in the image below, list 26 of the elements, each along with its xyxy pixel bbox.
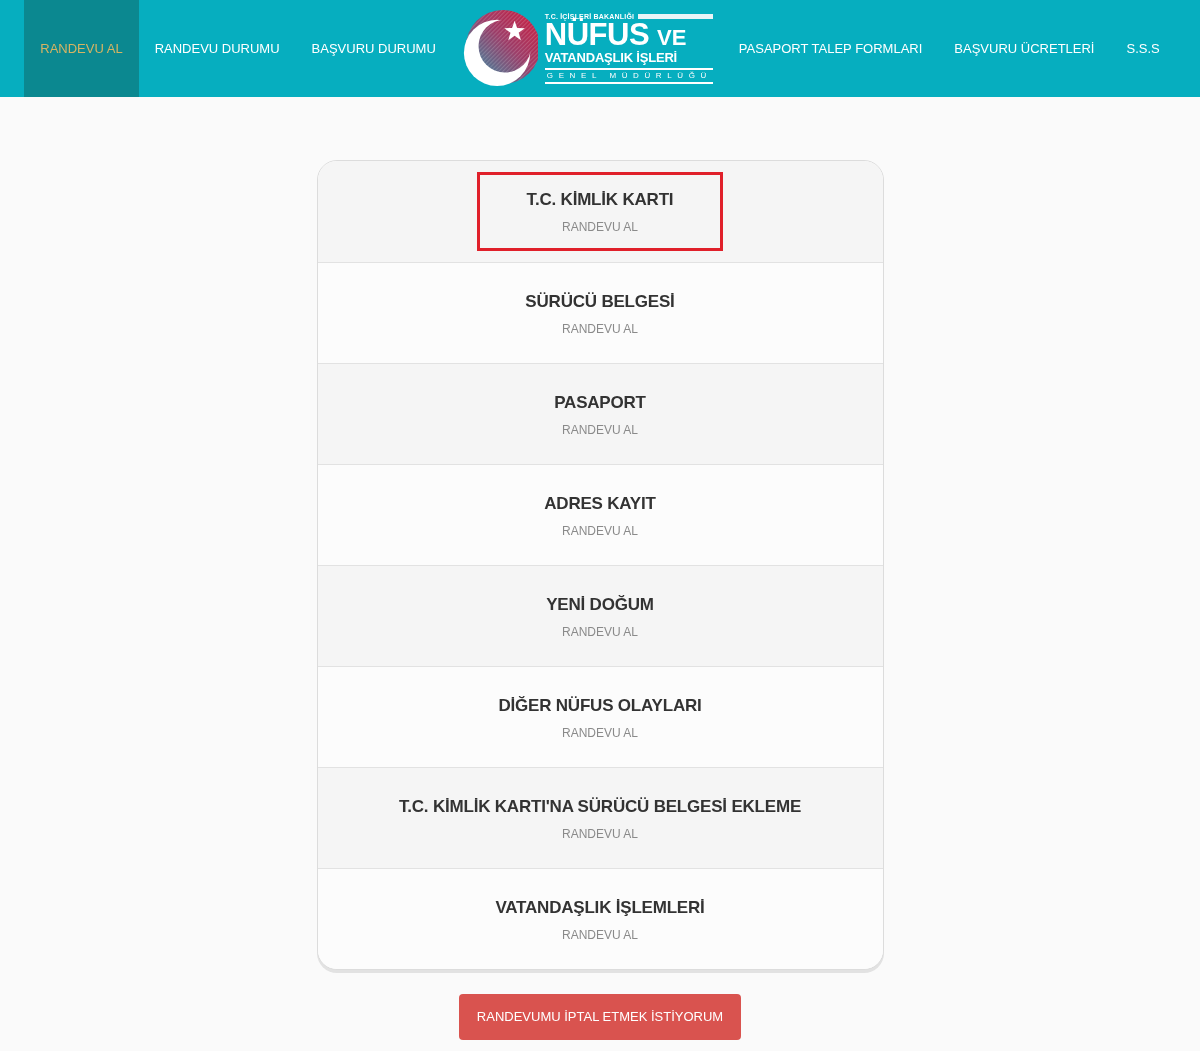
service-list-item[interactable]: VATANDAŞLIK İŞLEMLERİ RANDEVU AL xyxy=(317,868,883,969)
service-title: SÜRÜCÜ BELGESİ xyxy=(525,290,675,313)
service-title: PASAPORT xyxy=(554,391,646,414)
logo-title: NÜFUS xyxy=(544,19,650,50)
service-action-text: RANDEVU AL xyxy=(562,623,638,640)
service-list-item[interactable]: T.C. KİMLİK KARTI'NA SÜRÜCÜ BELGESİ EKLEME RANDEVU AL xyxy=(317,767,883,868)
service-action-text: RANDEVU AL xyxy=(562,926,638,943)
service-action-text: RANDEVU AL xyxy=(562,421,638,438)
service-title: YENİ DOĞUM xyxy=(546,593,654,616)
service-title: DİĞER NÜFUS OLAYLARI xyxy=(498,694,702,717)
service-list-item[interactable]: T.C. KİMLİK KARTI RANDEVU AL xyxy=(317,161,883,262)
service-title: VATANDAŞLIK İŞLEMLERİ xyxy=(495,896,705,919)
service-title: T.C. KİMLİK KARTI'NA SÜRÜCÜ BELGESİ EKLEME xyxy=(398,795,802,818)
logo-subtitle: VATANDAŞLIK İŞLERİ xyxy=(544,50,677,66)
logo-footer-text: GENEL MÜDÜRLÜĞÜ xyxy=(544,68,713,85)
cancel-appointment-button[interactable]: RANDEVUMU İPTAL ETMEK İSTİYORUM xyxy=(458,994,742,1040)
logo-title-suffix: VE xyxy=(657,26,687,49)
service-action-text: RANDEVU AL xyxy=(561,522,638,539)
service-list-item[interactable]: PASAPORT RANDEVU AL xyxy=(317,363,883,464)
service-list-item[interactable]: YENİ DOĞUM RANDEVU AL xyxy=(317,565,883,666)
service-title: ADRES KAYIT xyxy=(544,492,656,515)
service-title: T.C. KİMLİK KARTI xyxy=(526,189,674,211)
service-action-text: RANDEVU AL xyxy=(562,219,638,235)
service-action-text: RANDEVU AL xyxy=(562,320,638,337)
service-action-text: RANDEVU AL xyxy=(561,724,638,741)
service-action-text: RANDEVU AL xyxy=(561,825,638,842)
